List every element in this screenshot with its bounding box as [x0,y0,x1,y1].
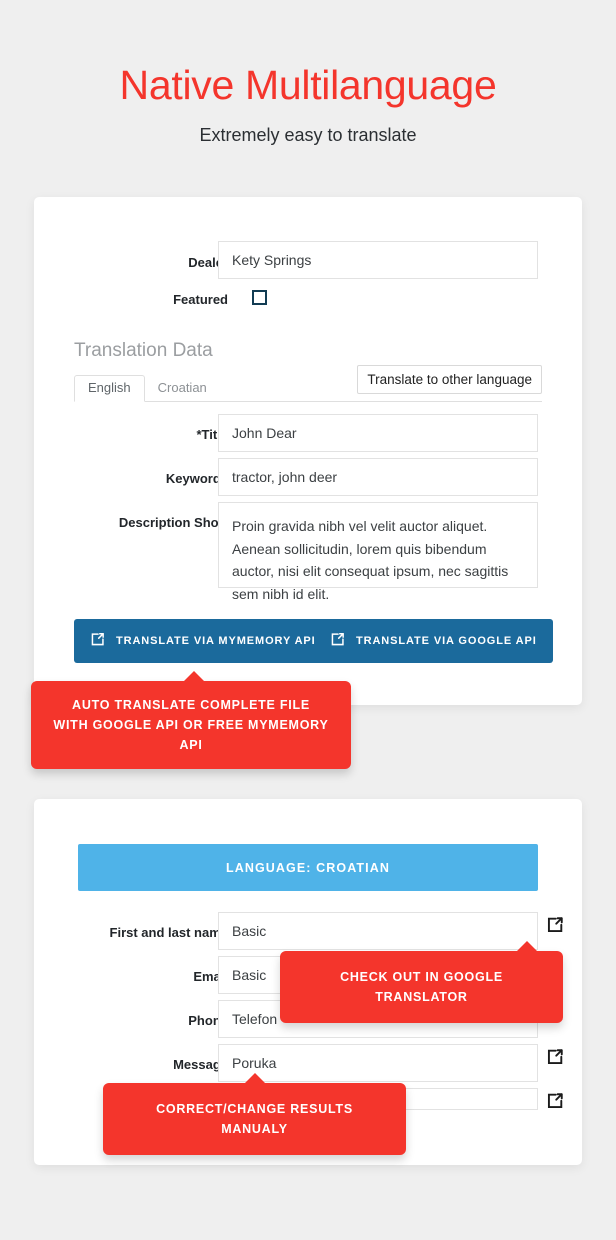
translate-via-google-api-button[interactable]: TRANSLATE VIA GOOGLE API [314,619,553,663]
translate-via-mymemory-api-button[interactable]: TRANSLATE VIA MYMEMORY API [74,619,332,663]
first-last-name-label: First and last name [109,925,228,940]
callout-auto-translate-line1: AUTO TRANSLATE COMPLETE FILE [72,698,310,712]
tab-croatian[interactable]: Croatian [145,376,220,401]
language-banner: LANGUAGE: CROATIAN [78,844,538,891]
external-link-icon[interactable] [546,916,564,934]
message-label: Message [173,1057,228,1072]
phone-label: Phone [188,1013,228,1028]
message-input[interactable]: Poruka [218,1044,538,1082]
dealer-input[interactable]: Kety Springs [218,241,538,279]
callout-arrow-up-icon [244,1073,266,1084]
callout-correct-results-manually-label: CORRECT/CHANGE RESULTS MANUALY [156,1102,353,1136]
translate-via-mymemory-api-label: TRANSLATE VIA MYMEMORY API [116,635,316,647]
page-header: Native Multilanguage Extremely easy to t… [0,0,616,146]
external-link-icon [330,632,345,650]
external-link-icon[interactable] [546,1048,564,1066]
callout-correct-results-manually: CORRECT/CHANGE RESULTS MANUALY [103,1073,406,1155]
page-title: Native Multilanguage [119,62,497,108]
title-input[interactable]: John Dear [218,414,538,452]
tab-english[interactable]: English [74,375,145,402]
callout-auto-translate-line2: WITH GOOGLE API OR FREE MYMEMORY API [53,718,329,752]
dealer-label: Dealer [188,255,228,270]
callout-arrow-up-icon [516,941,538,952]
callout-check-google-translator: CHECK OUT IN GOOGLE TRANSLATOR [280,941,563,1023]
external-link-icon[interactable] [546,1092,564,1110]
translate-via-google-api-label: TRANSLATE VIA GOOGLE API [356,635,537,647]
callout-check-google-translator-label: CHECK OUT IN GOOGLE TRANSLATOR [340,970,503,1004]
featured-label: Featured [173,292,228,307]
keywords-input[interactable]: tractor, john deer [218,458,538,496]
callout-arrow-up-icon [183,671,205,682]
description-short-label: Description Short [118,515,228,530]
translate-to-other-language-button[interactable]: Translate to other language [357,365,542,394]
language-tabs: English Croatian Translate to other langu… [74,365,542,402]
description-short-textarea[interactable]: Proin gravida nibh vel velit auctor aliq… [218,502,538,602]
first-last-name-input[interactable]: Basic [218,912,538,950]
external-link-icon [90,632,105,650]
page-subtitle: Extremely easy to translate [199,125,417,146]
callout-auto-translate: AUTO TRANSLATE COMPLETE FILE WITH GOOGLE… [31,671,351,769]
section-heading-translation-data: Translation Data [74,340,213,361]
keywords-label: Keywords [165,471,228,486]
title-label: *Title [196,427,228,442]
featured-checkbox[interactable] [252,290,267,305]
translation-data-card: Dealer Kety Springs Featured Translation… [34,197,582,705]
email-label: Email [193,969,228,984]
